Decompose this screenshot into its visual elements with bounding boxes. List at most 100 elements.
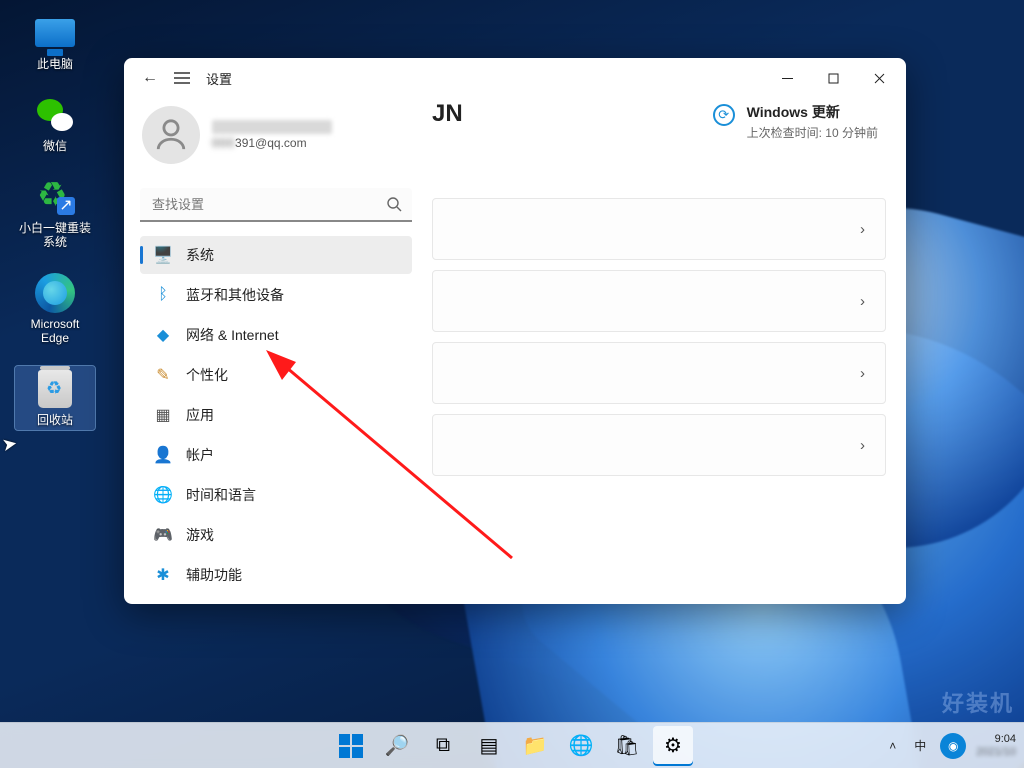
monitor-icon	[35, 19, 75, 47]
desktop-icon-recycle-bin[interactable]: 回收站	[15, 366, 95, 430]
window-titlebar[interactable]: ← 设置	[124, 58, 906, 98]
settings-icon: ⚙	[664, 733, 682, 758]
settings-card[interactable]: ›	[432, 270, 886, 332]
nav-item-label: 游戏	[186, 525, 214, 545]
profile-name-redacted	[212, 120, 332, 134]
edge-icon: 🌐	[569, 733, 594, 758]
chevron-right-icon: ›	[860, 365, 865, 382]
nav-item-time[interactable]: 🌐 时间和语言	[140, 476, 412, 514]
taskview-icon: ⧉	[436, 734, 450, 757]
edge-taskbar[interactable]: 🌐	[561, 726, 601, 766]
nav-item-label: 个性化	[186, 365, 228, 385]
watermark-text: 好装机	[942, 686, 1014, 718]
nav-item-apps[interactable]: ▦ 应用	[140, 396, 412, 434]
recycle-bin-icon	[38, 370, 72, 408]
nav-item-system[interactable]: 🖥️ 系统	[140, 236, 412, 274]
personalization-icon: ✎	[154, 366, 172, 384]
edge-icon	[35, 273, 75, 313]
windows-logo-icon	[339, 734, 363, 758]
gaming-icon: 🎮	[154, 526, 172, 544]
nav-item-label: 蓝牙和其他设备	[186, 285, 284, 305]
wechat-icon	[35, 97, 75, 133]
settings-taskbar[interactable]: ⚙	[653, 726, 693, 766]
explorer-icon: 📁	[523, 733, 548, 758]
settings-search[interactable]	[140, 188, 412, 222]
nav-item-gaming[interactable]: 🎮 游戏	[140, 516, 412, 554]
tray-app-icon[interactable]: ◉	[940, 733, 966, 759]
settings-cards-list: › › › ›	[432, 198, 886, 476]
window-close-button[interactable]	[856, 62, 902, 94]
desktop-icon-label: 微信	[43, 139, 67, 153]
system-icon: 🖥️	[154, 246, 172, 264]
settings-sidebar: 000391@qq.com 🖥️ 系统 ᛒ 蓝牙和其他设备 ◆ 网络 & Internet…	[124, 98, 420, 604]
widgets-icon: ▤	[480, 733, 499, 758]
task-view-button[interactable]: ⧉	[423, 726, 463, 766]
desktop-icon-label: 小白一键重装 系统	[19, 221, 91, 249]
chevron-right-icon: ›	[860, 221, 865, 238]
desktop-icon-edge[interactable]: Microsoft Edge	[15, 270, 95, 348]
accounts-icon: 👤	[154, 446, 172, 464]
taskbar-clock[interactable]: 9:04 2021/10	[976, 733, 1016, 759]
nav-item-label: 系统	[186, 245, 214, 265]
nav-item-label: 网络 & Internet	[186, 325, 279, 345]
nav-item-label: 应用	[186, 405, 214, 425]
store-taskbar[interactable]: 🛍	[607, 726, 647, 766]
search-button[interactable]: 🔍	[377, 726, 417, 766]
chevron-right-icon: ›	[860, 293, 865, 310]
accessibility-icon: ✱	[154, 566, 172, 584]
update-sync-icon: ⟳	[713, 104, 735, 126]
hamburger-icon	[174, 72, 190, 84]
settings-card[interactable]: ›	[432, 342, 886, 404]
person-icon	[154, 118, 188, 152]
tray-overflow-chevron[interactable]: ˄	[885, 737, 900, 755]
nav-item-accounts[interactable]: 👤 帐户	[140, 436, 412, 474]
desktop-icon-label: 回收站	[37, 413, 73, 427]
nav-item-label: 辅助功能	[186, 565, 242, 585]
window-maximize-button[interactable]	[810, 62, 856, 94]
time-icon: 🌐	[154, 486, 172, 504]
search-icon: 🔍	[385, 733, 410, 758]
settings-card[interactable]: ›	[432, 198, 886, 260]
settings-main: JN ⟳ Windows 更新 上次检查时间: 10 分钟前 ››››	[420, 98, 906, 604]
update-subtitle: 上次检查时间: 10 分钟前	[747, 124, 878, 141]
avatar	[142, 106, 200, 164]
network-icon: ◆	[154, 326, 172, 344]
desktop-icon-this-pc[interactable]: 此电脑	[15, 10, 95, 74]
hamburger-menu-button[interactable]	[168, 64, 196, 92]
desktop-icon-wechat[interactable]: 微信	[15, 92, 95, 156]
profile-email: 000391@qq.com	[212, 136, 332, 150]
chevron-right-icon: ›	[860, 437, 865, 454]
profile-block[interactable]: 000391@qq.com	[140, 98, 412, 184]
nav-item-label: 帐户	[186, 445, 214, 465]
nav-item-accessibility[interactable]: ✱ 辅助功能	[140, 556, 412, 594]
taskbar-system-tray: ˄ 中 ◉ 9:04 2021/10	[885, 733, 1016, 759]
desktop-icon-label: 此电脑	[37, 57, 73, 71]
window-title: 设置	[206, 69, 232, 88]
desktop-icon-label: Microsoft Edge	[31, 317, 80, 345]
search-icon	[386, 196, 402, 217]
update-title: Windows 更新	[747, 102, 878, 122]
desktop-icons-column: 此电脑 微信 小白一键重装 系统 Microsoft Edge 回收站	[10, 10, 100, 430]
tray-ime-indicator[interactable]: 中	[910, 735, 930, 756]
store-icon: 🛍	[614, 733, 639, 758]
nav-item-label: 时间和语言	[186, 485, 256, 505]
desktop-icon-reinstall[interactable]: 小白一键重装 系统	[15, 174, 95, 252]
search-input[interactable]	[140, 188, 412, 222]
recycle-arrows-icon	[35, 179, 75, 215]
apps-icon: ▦	[154, 406, 172, 424]
windows-update-card[interactable]: ⟳ Windows 更新 上次检查时间: 10 分钟前	[713, 102, 878, 141]
nav-item-personalization[interactable]: ✎ 个性化	[140, 356, 412, 394]
taskbar: 🔍 ⧉ ▤ 📁 🌐 🛍 ⚙ ˄ 中 ◉ 9:04 2021/10	[0, 722, 1024, 768]
nav-item-network[interactable]: ◆ 网络 & Internet	[140, 316, 412, 354]
bluetooth-icon: ᛒ	[154, 286, 172, 304]
nav-item-bluetooth[interactable]: ᛒ 蓝牙和其他设备	[140, 276, 412, 314]
clock-date-hidden: 2021/10	[976, 746, 1016, 759]
start-button[interactable]	[331, 726, 371, 766]
window-minimize-button[interactable]	[764, 62, 810, 94]
back-button[interactable]: ←	[136, 64, 164, 92]
file-explorer[interactable]: 📁	[515, 726, 555, 766]
widgets-button[interactable]: ▤	[469, 726, 509, 766]
settings-card[interactable]: ›	[432, 414, 886, 476]
settings-nav: 🖥️ 系统 ᛒ 蓝牙和其他设备 ◆ 网络 & Internet ✎ 个性化 ▦ 应用 👤 帐户 🌐 时间和…	[140, 236, 412, 594]
clock-time: 9:04	[976, 733, 1016, 746]
